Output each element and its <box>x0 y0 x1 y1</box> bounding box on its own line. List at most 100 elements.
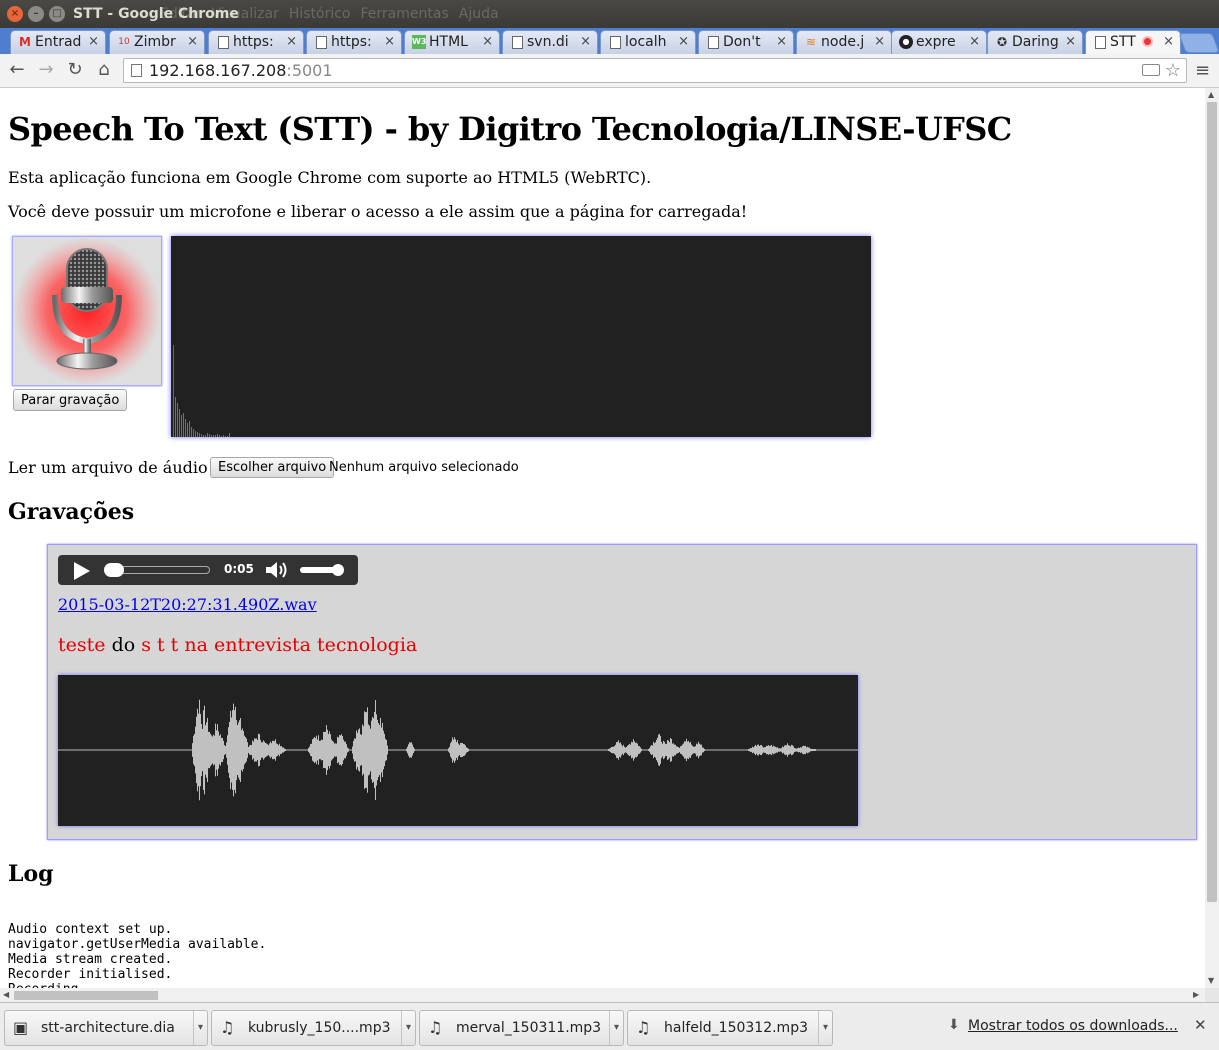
menu-ferramentas[interactable]: Ferramentas <box>361 6 449 22</box>
waveform-sample <box>372 717 373 783</box>
vertical-scroll-thumb[interactable] <box>1207 102 1217 902</box>
tab-dont[interactable]: Don't × <box>698 30 794 54</box>
stop-recording-button[interactable]: Parar gravação <box>13 389 128 411</box>
waveform-sample <box>193 735 194 765</box>
home-icon[interactable]: ⌂ <box>93 59 115 81</box>
close-icon[interactable]: × <box>678 31 689 53</box>
tab-nodejs[interactable]: ≋ node.j × <box>796 30 892 54</box>
close-icon[interactable]: × <box>874 31 885 53</box>
scroll-right-icon[interactable]: ▶ <box>1193 990 1199 999</box>
waveform-sample <box>194 747 195 753</box>
waveform-sample <box>613 746 614 754</box>
record-toggle[interactable] <box>12 236 162 386</box>
vertical-scrollbar[interactable]: ▲ ▼ <box>1205 88 1219 988</box>
close-icon[interactable]: × <box>580 31 591 53</box>
close-icon[interactable]: × <box>384 31 395 53</box>
window-close-button[interactable]: × <box>7 6 23 22</box>
waveform-sample <box>795 748 796 752</box>
waveform-sample <box>336 743 337 757</box>
tab-svn[interactable]: svn.di × <box>502 30 598 54</box>
waveform-sample <box>658 734 659 766</box>
download-item[interactable]: ♫ merval_150311.mp3 ▾ <box>419 1010 624 1046</box>
close-icon[interactable]: ✕ <box>1194 1016 1207 1034</box>
close-icon[interactable]: × <box>482 31 493 53</box>
waveform-sample <box>782 746 783 754</box>
show-all-downloads-link[interactable]: Mostrar todos os downloads... <box>968 1018 1178 1034</box>
address-bar[interactable]: 192.168.167.208:5001 ☆ <box>123 58 1187 83</box>
waveform-sample <box>249 745 250 755</box>
waveform-sample <box>410 742 411 758</box>
close-icon[interactable]: × <box>286 31 297 53</box>
forward-icon[interactable]: → <box>35 59 57 81</box>
waveform-sample <box>414 748 415 752</box>
chevron-down-icon[interactable]: ▾ <box>609 1011 623 1045</box>
window-minimize-button[interactable]: – <box>28 6 44 22</box>
tab-express[interactable]: ● expre × <box>891 30 987 54</box>
seek-handle[interactable] <box>104 563 124 577</box>
new-tab-button[interactable] <box>1178 33 1219 53</box>
close-icon[interactable]: × <box>1065 31 1076 53</box>
tab-html[interactable]: W3 HTML × <box>404 30 500 54</box>
chrome-menu-icon[interactable]: ≡ <box>1195 60 1210 81</box>
waveform-sample <box>678 748 679 752</box>
bookmark-star-icon[interactable]: ☆ <box>1165 59 1181 82</box>
chevron-down-icon[interactable]: ▾ <box>401 1011 415 1045</box>
tab-gmail[interactable]: M Entrad × <box>10 30 106 54</box>
window-maximize-button[interactable]: □ <box>49 6 65 22</box>
waveform-sample <box>701 744 702 756</box>
close-icon[interactable]: × <box>88 31 99 53</box>
download-item[interactable]: ♫ halfeld_150312.mp3 ▾ <box>627 1010 833 1046</box>
waveform-sample <box>327 729 328 771</box>
waveform-sample <box>322 740 323 760</box>
horizontal-scrollbar[interactable]: ◀ ▶ <box>0 988 1205 1002</box>
waveform-sample <box>270 741 271 759</box>
choose-file-button[interactable]: Escolher arquivo <box>210 457 335 478</box>
volume-handle[interactable] <box>332 564 344 576</box>
waveform-sample <box>276 743 277 757</box>
close-icon[interactable]: × <box>776 31 787 53</box>
waveform-sample <box>257 739 258 761</box>
volume-icon[interactable] <box>264 560 290 580</box>
tab-https-2[interactable]: https: × <box>306 30 402 54</box>
tab-https-1[interactable]: https: × <box>208 30 304 54</box>
waveform-sample <box>467 747 468 753</box>
scroll-left-icon[interactable]: ◀ <box>3 990 9 999</box>
waveform-sample <box>387 745 388 755</box>
close-icon[interactable]: × <box>1163 31 1174 53</box>
play-icon[interactable] <box>74 562 90 580</box>
camera-icon[interactable] <box>1142 64 1160 76</box>
close-icon[interactable]: × <box>969 31 980 53</box>
waveform-sample <box>631 741 632 759</box>
menu-ajuda[interactable]: Ajuda <box>459 6 499 22</box>
chevron-down-icon[interactable]: ▾ <box>193 1011 207 1045</box>
chevron-down-icon[interactable]: ▾ <box>818 1011 832 1045</box>
menu-historico[interactable]: Histórico <box>289 6 351 22</box>
waveform-sample <box>702 747 703 753</box>
waveform-sample <box>785 745 786 755</box>
waveform-sample <box>199 730 200 770</box>
tab-localhost[interactable]: localh × <box>600 30 696 54</box>
tab-zimbra[interactable]: 10 Zimbr × <box>109 30 205 54</box>
analyser-bar <box>229 433 230 437</box>
waveform-sample <box>200 727 201 773</box>
tab-daring[interactable]: ✪ Daring × <box>987 30 1083 54</box>
waveform-sample <box>698 741 699 759</box>
waveform-sample <box>228 727 229 773</box>
recording-download-link[interactable]: 2015-03-12T20:27:31.490Z.wav <box>58 595 317 614</box>
waveform-sample <box>803 745 804 755</box>
horizontal-scroll-thumb[interactable] <box>14 991 158 1000</box>
tab-stt[interactable]: STT × <box>1085 30 1181 55</box>
waveform-sample <box>777 747 778 753</box>
scroll-down-icon[interactable]: ▼ <box>1208 976 1214 985</box>
analyser-bar <box>195 431 196 437</box>
download-item[interactable]: ♫ kubrusly_150....mp3 ▾ <box>211 1010 416 1046</box>
waveform-sample <box>224 744 225 756</box>
download-item[interactable]: ▣ stt-architecture.dia ▾ <box>4 1010 208 1046</box>
back-icon[interactable]: ← <box>6 59 28 81</box>
analyser-bars <box>173 345 230 437</box>
scroll-up-icon[interactable]: ▲ <box>1208 90 1214 99</box>
microphone-note: Você deve possuir um microfone e liberar… <box>8 202 748 221</box>
waveform-sample <box>325 731 326 769</box>
close-icon[interactable]: × <box>187 31 198 53</box>
reload-icon[interactable]: ↻ <box>64 59 86 81</box>
